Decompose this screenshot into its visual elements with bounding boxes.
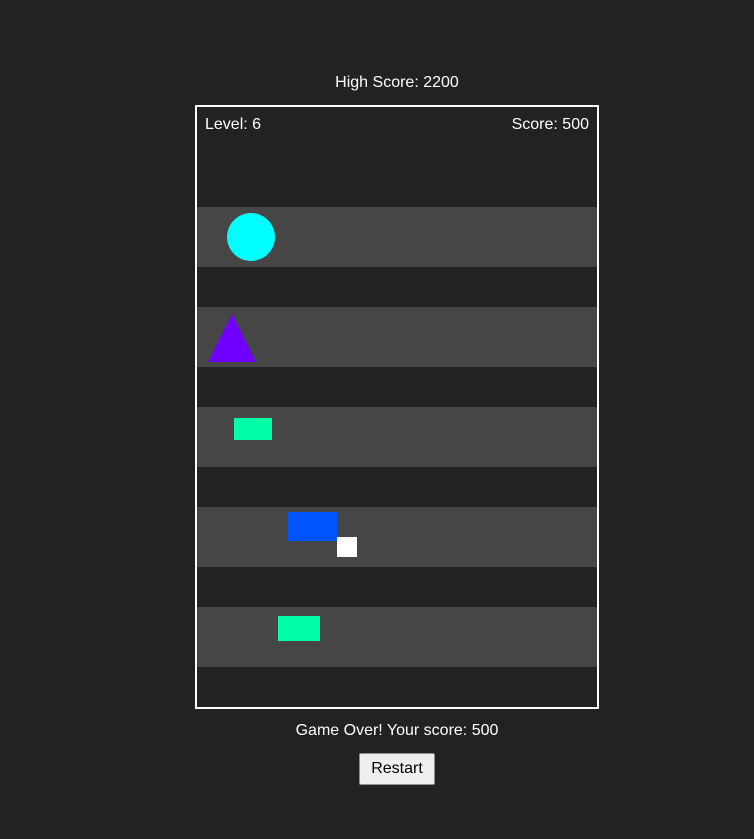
- circle-obstacle: [227, 213, 275, 261]
- rectangle-obstacle: [288, 512, 337, 541]
- lane: [197, 307, 597, 367]
- rectangle-obstacle: [234, 418, 272, 440]
- high-score: High Score: 2200: [335, 74, 459, 91]
- rectangle-obstacle: [278, 616, 320, 641]
- triangle-obstacle: [208, 314, 256, 362]
- player-square: [337, 537, 357, 557]
- level-display: Level: 6: [205, 116, 262, 133]
- restart-button[interactable]: Restart: [359, 753, 435, 785]
- lane: [197, 507, 597, 567]
- game-board[interactable]: Level: 6 Score: 500: [195, 105, 599, 709]
- game-over-message: Game Over! Your score: 500: [295, 722, 499, 739]
- lane: [197, 607, 597, 667]
- score-display: Score: 500: [511, 116, 589, 133]
